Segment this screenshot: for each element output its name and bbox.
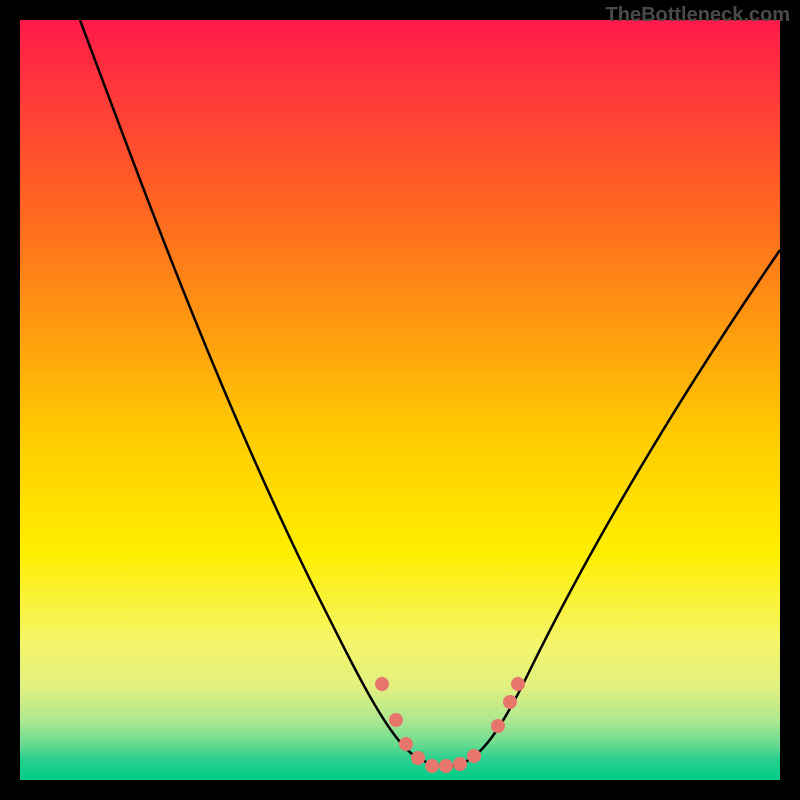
curve-marker [399, 737, 413, 751]
bottleneck-curve [80, 20, 780, 766]
curve-marker [503, 695, 517, 709]
curve-marker [411, 751, 425, 765]
curve-marker [511, 677, 525, 691]
curve-marker [491, 719, 505, 733]
curve-marker [453, 757, 467, 771]
curve-marker [375, 677, 389, 691]
chart-plot-area [20, 20, 780, 780]
curve-marker [425, 759, 439, 773]
curve-marker [467, 749, 481, 763]
watermark-text: TheBottleneck.com [606, 4, 790, 27]
curve-marker [389, 713, 403, 727]
curve-marker [439, 759, 453, 773]
bottleneck-chart-svg [20, 20, 780, 780]
